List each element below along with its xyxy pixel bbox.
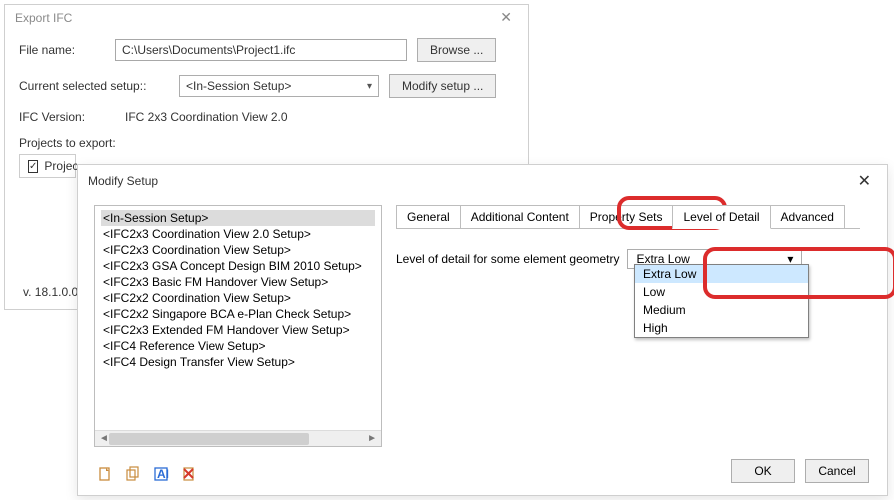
dialog-buttons: OK Cancel <box>731 459 869 483</box>
svg-text:AI: AI <box>157 467 169 481</box>
app-version: v. 18.1.0.0 <box>23 285 78 299</box>
setup-item[interactable]: <IFC2x2 Coordination View Setup> <box>101 290 375 306</box>
checkbox-icon[interactable]: ✓ <box>28 160 38 173</box>
filename-label: File name: <box>19 43 105 57</box>
delete-setup-icon[interactable] <box>180 465 198 483</box>
chevron-down-icon: ▾ <box>367 81 372 92</box>
setup-item[interactable]: <IFC2x2 Singapore BCA e-Plan Check Setup… <box>101 306 375 322</box>
tab-level-of-detail[interactable]: Level of Detail <box>672 205 770 229</box>
tab-property-sets[interactable]: Property Sets <box>579 205 674 229</box>
lod-option[interactable]: Extra Low <box>635 265 808 283</box>
projects-label: Projects to export: <box>19 136 514 150</box>
lod-option[interactable]: High <box>635 319 808 337</box>
setup-item[interactable]: <IFC2x3 Extended FM Handover View Setup> <box>101 322 375 338</box>
close-icon[interactable]: ✕ <box>852 171 877 191</box>
tab-advanced[interactable]: Advanced <box>770 205 845 229</box>
scroll-right-icon[interactable]: ► <box>367 433 377 444</box>
ifc-version-value: IFC 2x3 Coordination View 2.0 <box>125 110 288 124</box>
rename-setup-icon[interactable]: AI <box>152 465 170 483</box>
lod-option[interactable]: Low <box>635 283 808 301</box>
setup-item[interactable]: <IFC2x3 Basic FM Handover View Setup> <box>101 274 375 290</box>
tab-general[interactable]: General <box>396 205 461 229</box>
ifc-version-label: IFC Version: <box>19 110 115 124</box>
mini-toolbar: AI <box>96 465 198 483</box>
setup-item[interactable]: <IFC4 Design Transfer View Setup> <box>101 354 375 370</box>
modify-setup-window: Modify Setup ✕ <In-Session Setup> <IFC2x… <box>77 164 888 496</box>
modify-setup-button[interactable]: Modify setup ... <box>389 74 496 98</box>
horizontal-scrollbar[interactable]: ◄ ► <box>95 430 381 446</box>
setup-item[interactable]: <In-Session Setup> <box>101 210 375 226</box>
current-setup-value: <In-Session Setup> <box>186 79 291 93</box>
scroll-thumb[interactable] <box>109 433 309 445</box>
setup-list[interactable]: <In-Session Setup> <IFC2x3 Coordination … <box>94 205 382 447</box>
duplicate-setup-icon[interactable] <box>124 465 142 483</box>
lod-label: Level of detail for some element geometr… <box>396 252 619 266</box>
lod-dropdown-list[interactable]: Extra Low Low Medium High <box>634 264 809 338</box>
cancel-button[interactable]: Cancel <box>805 459 869 483</box>
lod-option[interactable]: Medium <box>635 301 808 319</box>
export-title: Export IFC <box>15 11 72 25</box>
tab-additional-content[interactable]: Additional Content <box>460 205 580 229</box>
filename-input[interactable]: C:\Users\Documents\Project1.ifc <box>115 39 407 61</box>
setup-item[interactable]: <IFC2x3 Coordination View 2.0 Setup> <box>101 226 375 242</box>
tab-bar: General Additional Content Property Sets… <box>396 205 871 229</box>
export-titlebar: Export IFC ✕ <box>5 5 528 30</box>
current-setup-label: Current selected setup:: <box>19 79 169 93</box>
ok-button[interactable]: OK <box>731 459 795 483</box>
browse-button[interactable]: Browse ... <box>417 38 496 62</box>
setup-item[interactable]: <IFC2x3 GSA Concept Design BIM 2010 Setu… <box>101 258 375 274</box>
project-item-label: Projec <box>44 159 78 173</box>
right-pane: General Additional Content Property Sets… <box>396 205 871 447</box>
setup-item[interactable]: <IFC4 Reference View Setup> <box>101 338 375 354</box>
new-setup-icon[interactable] <box>96 465 114 483</box>
current-setup-dropdown[interactable]: <In-Session Setup> ▾ <box>179 75 379 97</box>
modify-title: Modify Setup <box>88 174 158 188</box>
project-item[interactable]: ✓ Projec <box>19 154 76 178</box>
scroll-left-icon[interactable]: ◄ <box>99 433 109 444</box>
modify-titlebar: Modify Setup ✕ <box>78 165 887 197</box>
setup-item[interactable]: <IFC2x3 Coordination View Setup> <box>101 242 375 258</box>
close-icon[interactable]: ✕ <box>494 9 518 26</box>
